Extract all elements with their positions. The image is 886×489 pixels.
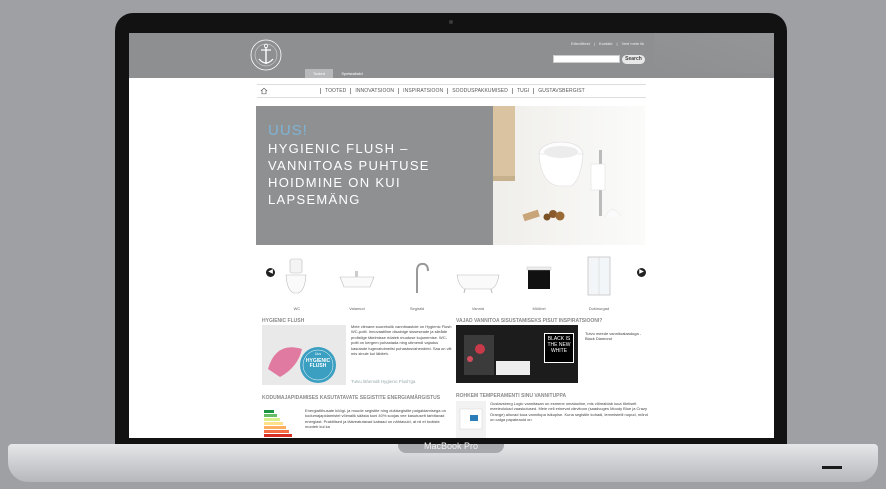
- hero-textbox: UUS! HYGIENIC FLUSH – VANNITOAS PUHTUSE …: [256, 106, 493, 245]
- hero-title: HYGIENIC FLUSH – VANNITOAS PUHTUSE HOIDM…: [268, 141, 430, 207]
- hero-photo: [493, 106, 645, 245]
- home-icon[interactable]: [260, 87, 268, 95]
- product-furniture[interactable]: Mööbel: [514, 255, 564, 315]
- site-header: Ettevõttest | Kontakt | Veel meie lik Se…: [129, 33, 774, 78]
- model-label: MacBook Pro: [423, 441, 479, 451]
- nav-item-support[interactable]: TUGI: [511, 88, 533, 94]
- hygienic-link[interactable]: Tutvu lähemalt Hygienic Flush'ga: [351, 379, 415, 384]
- basin-icon: [339, 271, 375, 288]
- product-wc[interactable]: WC: [272, 255, 322, 315]
- product-shower-enclosures[interactable]: Dušinurgad: [574, 255, 624, 315]
- tab-specialists[interactable]: Spetsialistid: [334, 69, 370, 78]
- top-links: Ettevõttest | Kontakt | Veel meie lik: [570, 41, 644, 46]
- section-title-inspiration: VAJAD VANNITOA SISUSTAMISEKS PISUT INSPI…: [456, 318, 603, 324]
- gustavsberg-logo[interactable]: [246, 37, 286, 73]
- top-link-more[interactable]: Veel meie lik: [622, 41, 644, 46]
- search-field[interactable]: [554, 64, 619, 71]
- camera-icon: [449, 20, 453, 24]
- hero-banner[interactable]: UUS! HYGIENIC FLUSH – VANNITOAS PUHTUSE …: [256, 106, 645, 245]
- energy-body: Energiatõhusate köögi- ja muude segistit…: [305, 408, 446, 430]
- product-basins[interactable]: Valamud: [332, 255, 382, 315]
- section-title-energy: KODUMAJAPIDAMISES KASUTATAVATE SEGISTITE…: [262, 395, 441, 401]
- furniture-icon: [526, 266, 552, 289]
- hero-kicker: UUS!: [268, 122, 308, 139]
- section-title-temperament: ROHKEM TEMPERAMENTI SINU VANNITUPPA: [456, 393, 567, 399]
- section-title-hygienic: HYGIENIC FLUSH: [262, 318, 305, 324]
- base-indicator: [822, 466, 842, 469]
- nav-item-innovation[interactable]: INNOVATSIOON: [350, 88, 398, 94]
- bathtub-icon: [456, 274, 500, 294]
- mixer-icon: [416, 262, 429, 293]
- nav-item-offers[interactable]: SOODUSPAKKUMISED: [447, 88, 512, 94]
- mixer-photo: [459, 408, 483, 430]
- search-button[interactable]: Search: [622, 55, 645, 64]
- laptop-screen: Ettevõttest | Kontakt | Veel meie lik Se…: [129, 33, 774, 438]
- product-mixers[interactable]: Segistid: [392, 255, 442, 315]
- product-label: Vannid: [471, 306, 485, 311]
- product-carousel: ◀ ▶ WC Valamud Segistid Vannid Mööbel Du…: [256, 255, 646, 315]
- nav-item-inspiration[interactable]: INSPIRATSIOON: [398, 88, 447, 94]
- badge-big: HYGIENIC FLUSH: [305, 358, 331, 369]
- product-label: Dušinurgad: [588, 306, 610, 311]
- carousel-next-button[interactable]: ▶: [637, 268, 646, 277]
- shower-icon: [587, 256, 611, 296]
- energy-label-image: [262, 408, 302, 438]
- product-label: WC: [293, 306, 301, 311]
- cleaning-photo: [268, 347, 336, 383]
- hygienic-image[interactable]: Uus HYGIENIC FLUSH: [262, 325, 346, 385]
- tab-products[interactable]: Tooted: [305, 69, 333, 78]
- top-link-contact[interactable]: Kontakt: [599, 41, 613, 46]
- product-bathtubs[interactable]: Vannid: [453, 255, 503, 315]
- product-label: Segistid: [409, 306, 425, 311]
- inspiration-body: Tutvu meede vannitoalaaduga - Black Diam…: [585, 331, 642, 342]
- search-input[interactable]: [553, 55, 620, 71]
- nav-item-about[interactable]: GUSTAVSBERGIST: [533, 88, 589, 94]
- temperament-image[interactable]: [456, 401, 486, 438]
- energy-scale-icon: [264, 410, 292, 437]
- badge-small: Uus: [314, 352, 322, 356]
- temperament-body: Gustavsberg Logic vannitasan on esmene o…: [490, 401, 648, 423]
- main-nav: TOOTED INNOVATSIOON INSPIRATSIOON SOODUS…: [257, 84, 646, 98]
- nav-item-products[interactable]: TOOTED: [320, 88, 350, 94]
- product-label: Valamud: [349, 306, 365, 311]
- toilet-photo: [493, 106, 622, 222]
- product-label: Mööbel: [532, 306, 546, 311]
- wc-icon: [285, 258, 307, 294]
- hygienic-body: Meie viimane suurebulik vannitoastole on…: [351, 324, 452, 357]
- top-link-company[interactable]: Ettevõttest: [571, 41, 590, 46]
- black-white-tile: BLACK IS THE NEW WHITE: [544, 333, 574, 363]
- inspiration-image[interactable]: BLACK IS THE NEW WHITE: [456, 325, 578, 383]
